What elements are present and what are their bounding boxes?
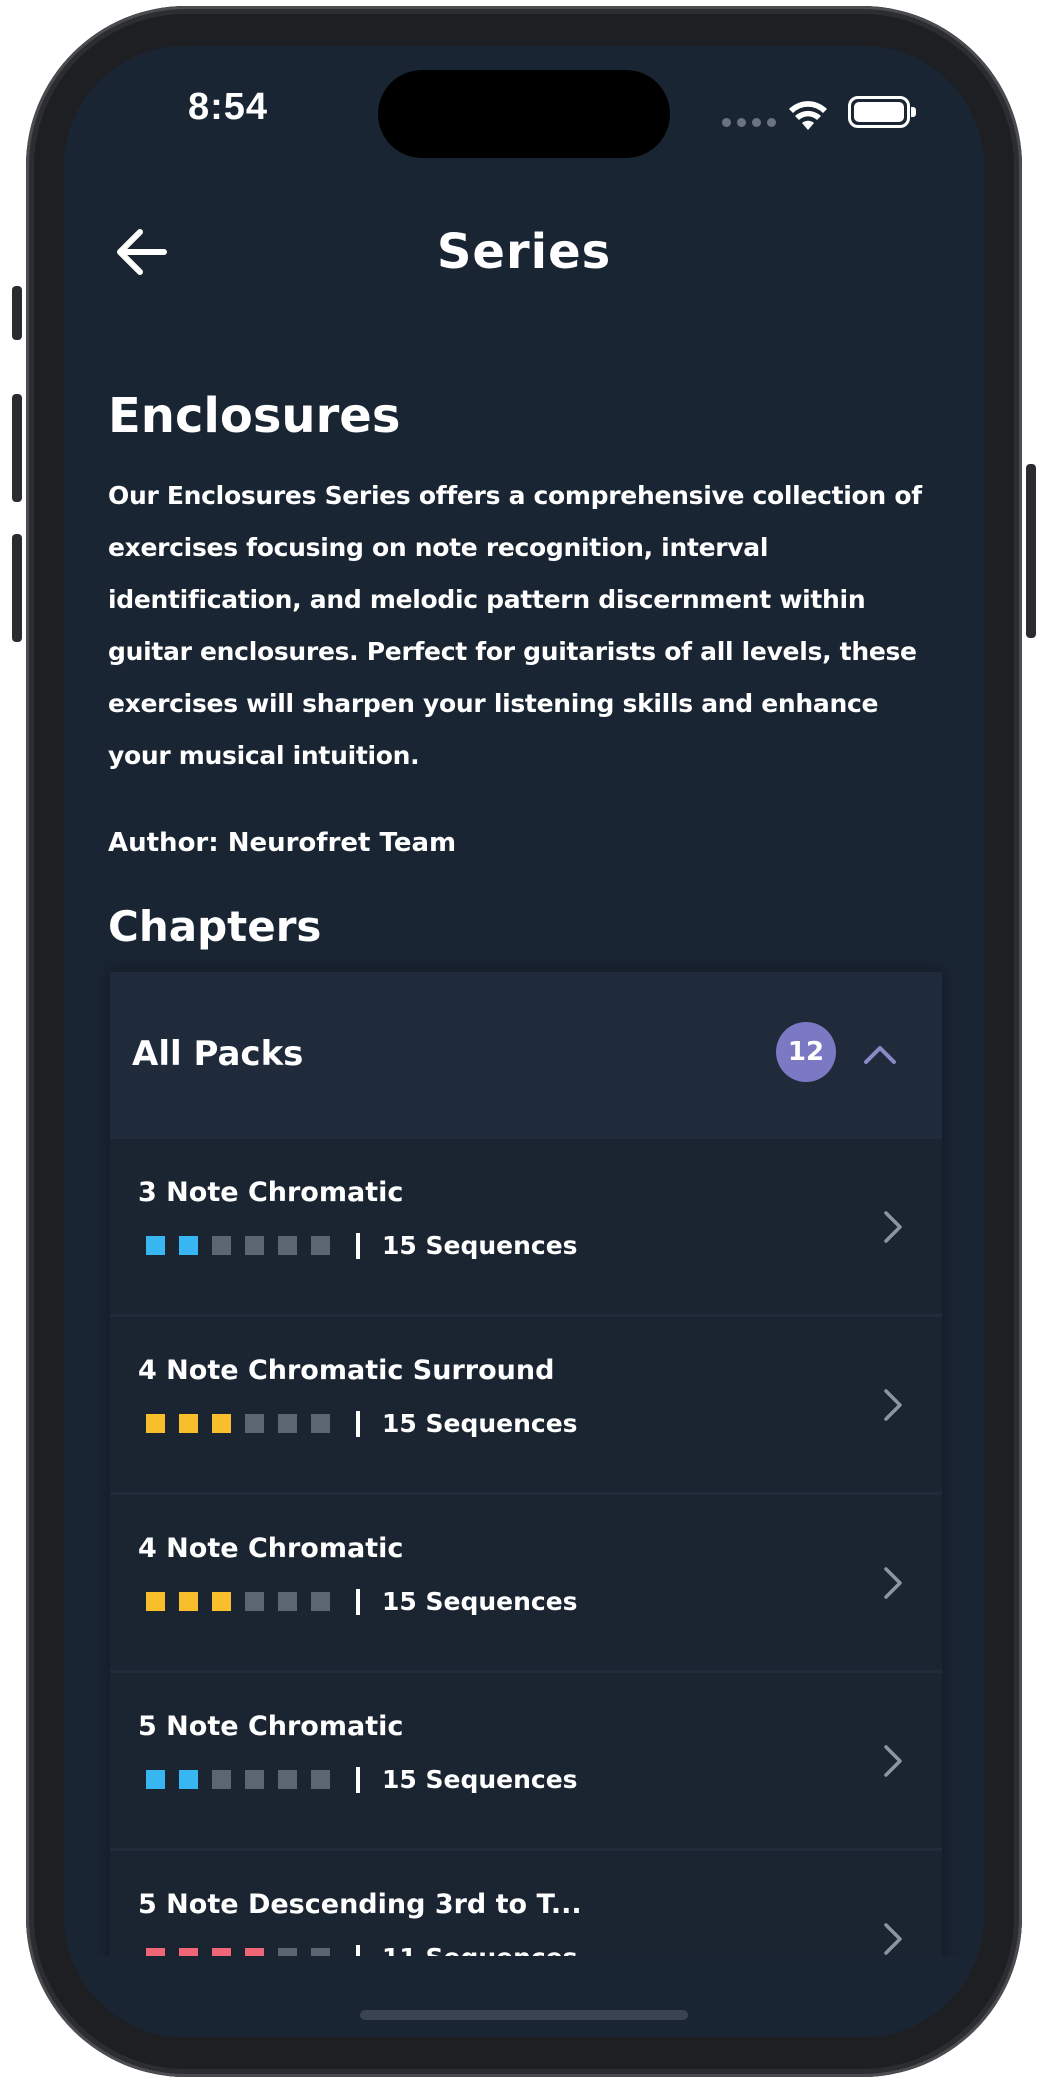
sequence-count: 15 Sequences [382, 1409, 578, 1438]
difficulty-square [179, 1770, 198, 1789]
difficulty-square [179, 1592, 198, 1611]
pack-meta: 15 Sequences [146, 1587, 578, 1616]
pack-row[interactable]: 4 Note Chromatic Surround 15 Sequences [110, 1314, 942, 1492]
series-description: Our Enclosures Series offers a comprehen… [108, 481, 922, 770]
volume-down-button [12, 534, 22, 642]
wifi-icon [789, 101, 827, 130]
pack-title: 4 Note Chromatic [138, 1533, 404, 1564]
difficulty-square [311, 1414, 330, 1433]
chevron-right-icon [884, 1923, 902, 1955]
chevron-right-icon [884, 1211, 902, 1243]
battery-icon [848, 96, 916, 128]
difficulty-square [311, 1236, 330, 1255]
pack-row[interactable]: 5 Note Chromatic 15 Sequences [110, 1670, 942, 1848]
difficulty-square [278, 1236, 297, 1255]
power-button [1026, 464, 1036, 638]
difficulty-square [245, 1770, 264, 1789]
silent-switch [12, 286, 22, 340]
page-title: Series [436, 224, 612, 280]
chapters-heading: Chapters [108, 902, 322, 951]
packs-accordion-header[interactable]: All Packs 12 [110, 972, 942, 1136]
sequence-count: 15 Sequences [382, 1765, 578, 1794]
difficulty-square [311, 1592, 330, 1611]
difficulty-indicator [146, 1414, 330, 1433]
meta-divider [356, 1588, 360, 1615]
pack-meta: 15 Sequences [146, 1765, 578, 1794]
pack-list: 3 Note Chromatic 15 Sequences 4 Note Chrom… [110, 1136, 942, 2026]
meta-divider [356, 1410, 360, 1437]
pack-row[interactable]: 3 Note Chromatic 15 Sequences [110, 1136, 942, 1314]
difficulty-square [278, 1414, 297, 1433]
series-author: Author: Neurofret Team [108, 828, 457, 858]
difficulty-square [245, 1414, 264, 1433]
difficulty-square [146, 1770, 165, 1789]
bottom-safe-area [64, 1956, 984, 2037]
difficulty-square [311, 1770, 330, 1789]
difficulty-square [212, 1770, 231, 1789]
packs-accordion: All Packs 12 3 Note Chromatic 15 Sequence… [110, 972, 942, 2037]
pack-meta: 15 Sequences [146, 1231, 578, 1260]
difficulty-square [146, 1592, 165, 1611]
difficulty-square [245, 1236, 264, 1255]
difficulty-square [278, 1770, 297, 1789]
chevron-right-icon [884, 1567, 902, 1599]
series-name: Enclosures [108, 388, 401, 444]
chevron-up-icon[interactable] [860, 1034, 900, 1074]
signal-icon [722, 118, 776, 127]
difficulty-square [245, 1592, 264, 1611]
chevron-right-icon [884, 1389, 902, 1421]
pack-row[interactable]: 4 Note Chromatic 15 Sequences [110, 1492, 942, 1670]
difficulty-square [212, 1592, 231, 1611]
status-time: 8:54 [188, 86, 269, 128]
packs-label: All Packs [132, 1034, 304, 1074]
pack-meta: 15 Sequences [146, 1409, 578, 1438]
difficulty-square [212, 1414, 231, 1433]
dynamic-island [378, 70, 670, 158]
difficulty-indicator [146, 1236, 330, 1255]
difficulty-square [212, 1236, 231, 1255]
pack-title: 5 Note Chromatic [138, 1711, 404, 1742]
difficulty-square [179, 1236, 198, 1255]
difficulty-square [146, 1236, 165, 1255]
difficulty-indicator [146, 1770, 330, 1789]
chevron-right-icon [884, 1745, 902, 1777]
difficulty-indicator [146, 1592, 330, 1611]
difficulty-square [146, 1414, 165, 1433]
sequence-count: 15 Sequences [382, 1231, 578, 1260]
difficulty-square [179, 1414, 198, 1433]
app-screen: 8:54 Series Enclosures Our Enclosures Se… [64, 46, 984, 2037]
packs-count-badge: 12 [776, 1022, 836, 1082]
pack-title: 5 Note Descending 3rd to T... [138, 1889, 582, 1920]
sequence-count: 15 Sequences [382, 1587, 578, 1616]
meta-divider [356, 1766, 360, 1793]
difficulty-square [278, 1592, 297, 1611]
pack-title: 4 Note Chromatic Surround [138, 1355, 555, 1386]
home-indicator[interactable] [360, 2010, 688, 2020]
meta-divider [356, 1232, 360, 1259]
pack-title: 3 Note Chromatic [138, 1177, 404, 1208]
volume-up-button [12, 394, 22, 502]
